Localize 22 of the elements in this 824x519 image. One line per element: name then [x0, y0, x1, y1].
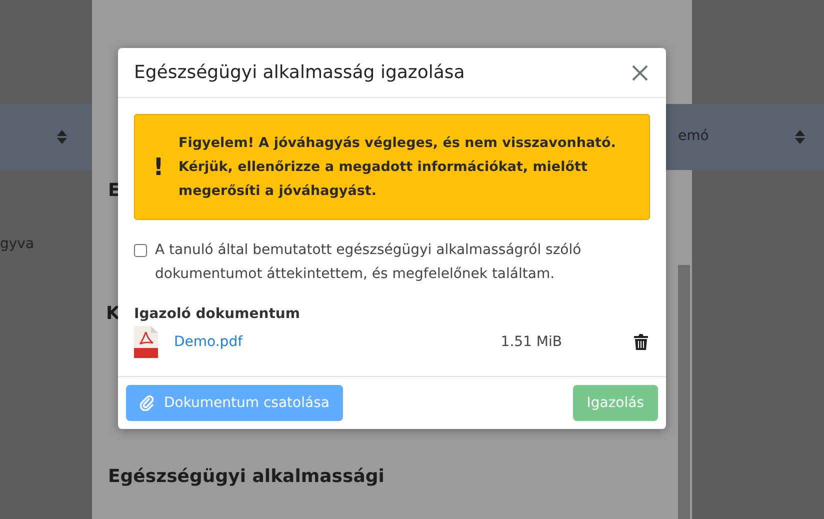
table-header-sort-icon[interactable]	[57, 130, 67, 144]
section-title: Egészségügyi alkalmassági	[108, 466, 384, 487]
paperclip-icon	[140, 395, 154, 411]
delete-button[interactable]	[632, 334, 650, 350]
modal-title: Egészségügyi alkalmasság igazolása	[134, 62, 465, 83]
section-title: K	[106, 303, 120, 324]
warning-text: Kérjük, ellenőrizze a megadott információkat, mielőtt megerősíti a jóváhagyást.	[178, 158, 588, 201]
documents-heading: Igazoló dokumentum	[134, 306, 301, 322]
close-icon	[632, 64, 648, 80]
warning-text: Figyelem! A jóváhagyás végleges, és nem visszavonható.	[178, 134, 617, 153]
exclamation-icon: !	[153, 153, 172, 181]
file-size: 1.51 MiB	[500, 334, 562, 350]
document-link[interactable]: Demo.pdf	[174, 334, 501, 350]
checkbox-label: A tanuló által bemutatott egészségügyi alkalmasságról szóló dokumentumot áttekintettem, és megfelelőnek találtam.	[155, 241, 582, 284]
scrollbar[interactable]	[678, 265, 690, 519]
table-cell: gyva	[0, 236, 34, 252]
close-button[interactable]	[630, 62, 650, 82]
pdf-file-icon	[134, 326, 158, 358]
trash-icon	[634, 334, 648, 350]
confirmation-checkbox[interactable]	[134, 244, 147, 257]
table-header-sort-icon[interactable]	[795, 130, 805, 144]
table-header: emó	[678, 128, 709, 144]
